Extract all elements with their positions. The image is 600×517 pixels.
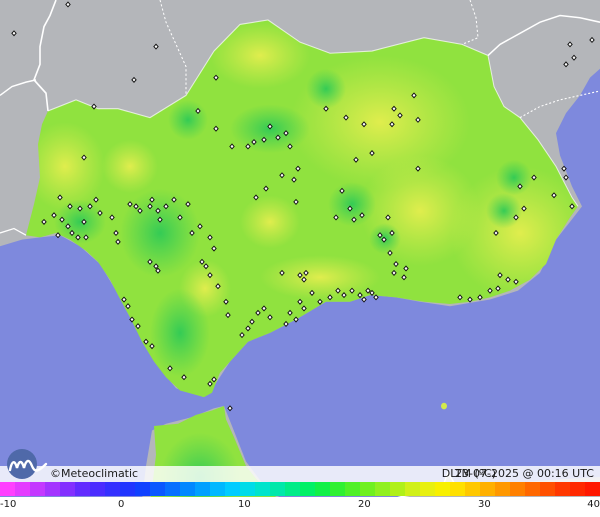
legend-swatch (165, 482, 180, 496)
legend-swatch (210, 482, 225, 496)
legend-swatch (300, 482, 315, 496)
legend-swatch (255, 482, 270, 496)
legend-swatch (510, 482, 525, 496)
legend-tick-label: 0 (118, 499, 125, 510)
legend-swatch (60, 482, 75, 496)
cool-patch-2 (168, 99, 208, 140)
legend-ticks: -10 0 10 20 30 40 (0, 497, 600, 517)
legend-swatch (525, 482, 540, 496)
cool-patch-5 (486, 193, 522, 229)
cool-patch-1 (306, 68, 346, 109)
legend-swatch (150, 482, 165, 496)
warm-patch-malaga (240, 195, 300, 249)
legend-swatch (120, 482, 135, 496)
legend-swatch (135, 482, 150, 496)
legend-swatch (360, 482, 375, 496)
legend-swatch (90, 482, 105, 496)
credit-text: ©Meteoclimatic (50, 467, 139, 480)
legend-swatch (180, 482, 195, 496)
alboran-island (441, 402, 447, 410)
legend-swatch (225, 482, 240, 496)
legend-swatch (435, 482, 450, 496)
temperature-map[interactable] (0, 0, 600, 517)
warm-patch-coast (260, 255, 380, 300)
legend-tick-label: 30 (478, 499, 491, 510)
map-root: ©Meteoclimatic DLTM (ºC) 23-07-2025 @ 00… (0, 0, 600, 517)
legend-swatch (390, 482, 405, 496)
cool-patch-4 (496, 159, 532, 196)
legend-swatch (240, 482, 255, 496)
legend-swatch (330, 482, 345, 496)
legend-swatch (420, 482, 435, 496)
legend-swatch (195, 482, 210, 496)
legend-swatch (495, 482, 510, 496)
legend-swatch (345, 482, 360, 496)
legend-tick-label: 40 (587, 499, 600, 510)
cool-patch-8 (150, 288, 210, 378)
legend-swatch (285, 482, 300, 496)
legend-tick-label: 10 (238, 499, 251, 510)
legend-swatch (45, 482, 60, 496)
legend-tick-label: -10 (0, 499, 17, 510)
legend-swatch (30, 482, 45, 496)
legend-swatch (540, 482, 555, 496)
legend-swatch (75, 482, 90, 496)
legend-swatch (480, 482, 495, 496)
legend-swatch (555, 482, 570, 496)
legend-swatch (405, 482, 420, 496)
legend-swatch (270, 482, 285, 496)
warm-patch-seville (102, 139, 158, 194)
timestamp: 23-07-2025 @ 00:16 UTC (455, 467, 594, 480)
legend-swatch (450, 482, 465, 496)
color-legend (0, 482, 600, 496)
legend-swatch (315, 482, 330, 496)
legend-swatch (570, 482, 585, 496)
legend-swatch (105, 482, 120, 496)
legend-swatch (0, 482, 15, 496)
legend-swatch (375, 482, 390, 496)
legend-swatch (15, 482, 30, 496)
legend-swatch (465, 482, 480, 496)
legend-swatch (585, 482, 600, 496)
meteoclimatic-logo (7, 449, 48, 479)
legend-tick-label: 20 (358, 499, 371, 510)
